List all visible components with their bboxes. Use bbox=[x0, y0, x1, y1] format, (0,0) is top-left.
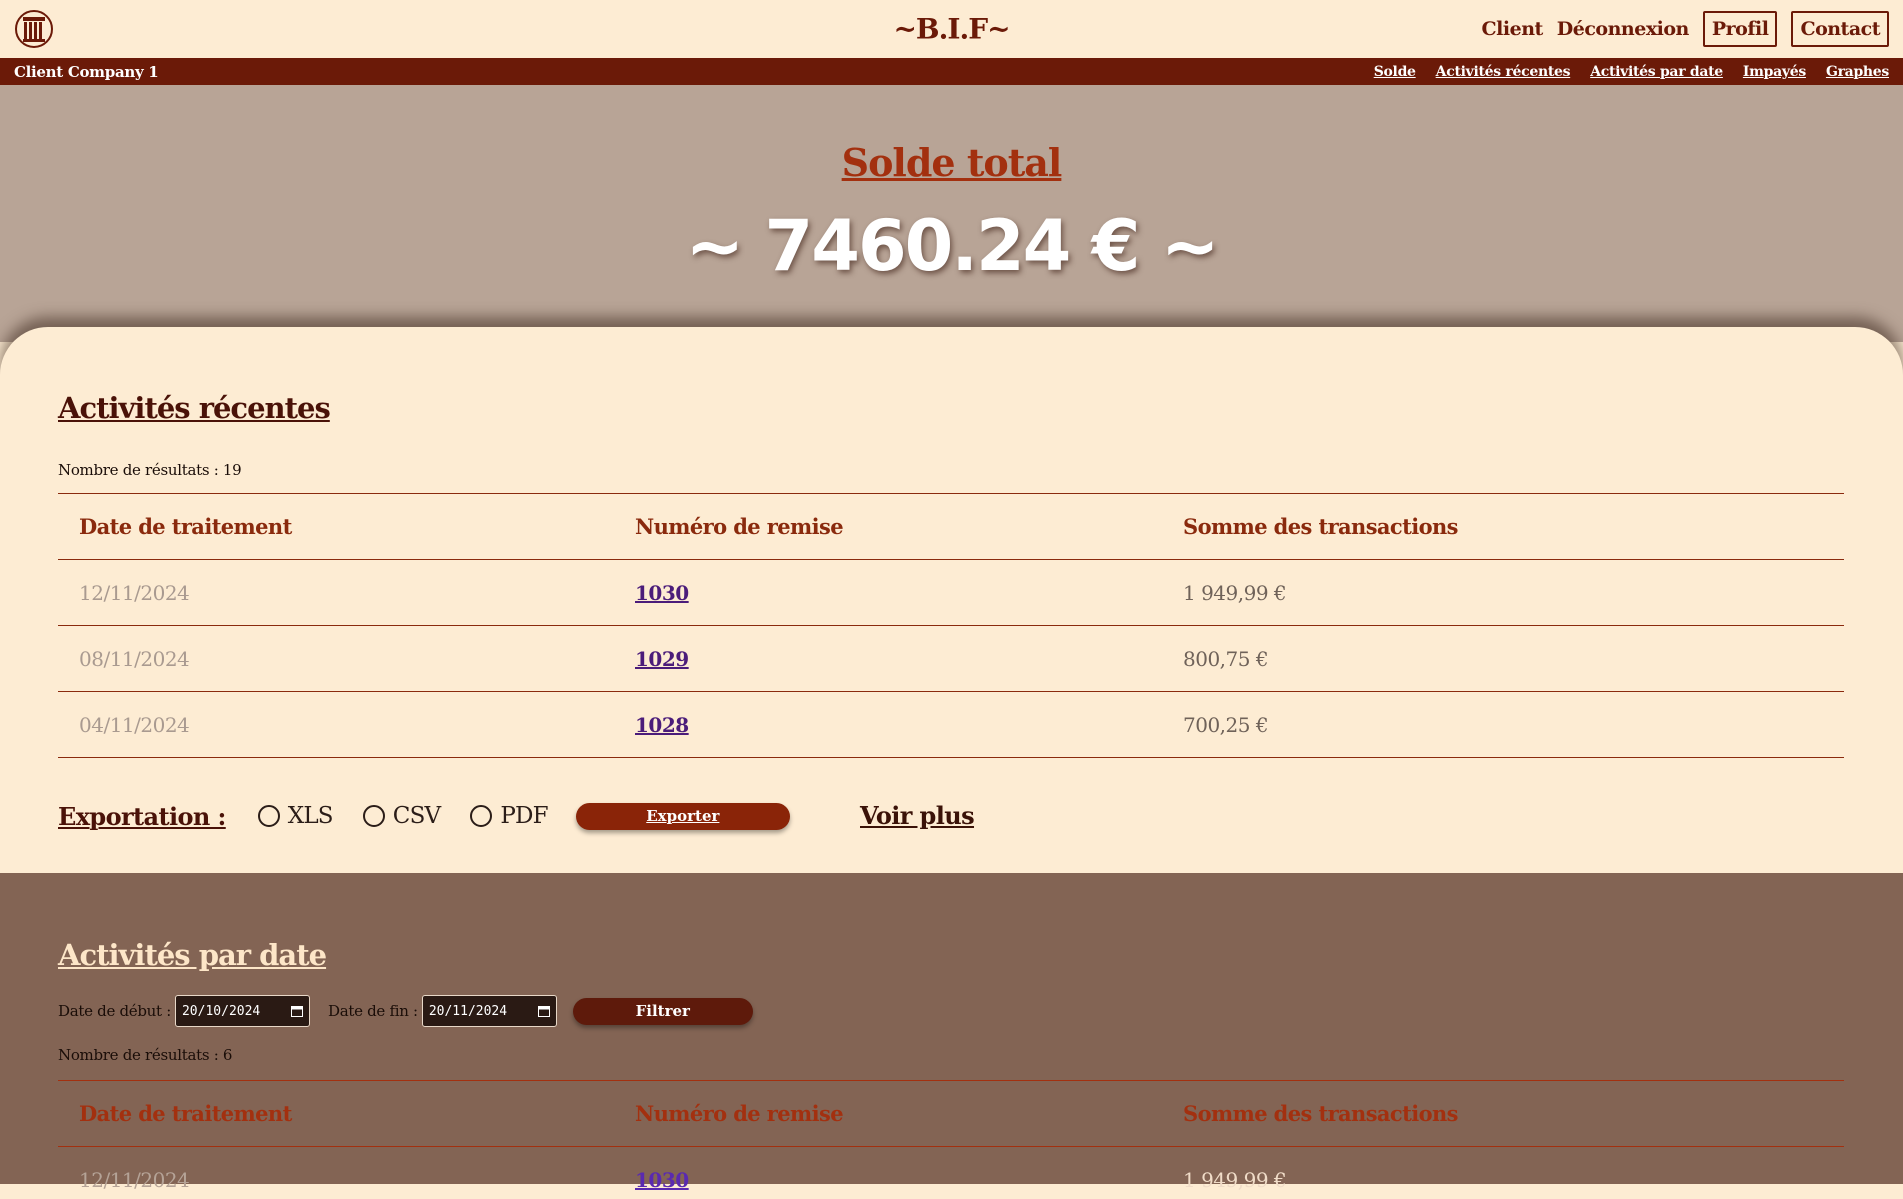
subnav-by-date-link[interactable]: Activités par date bbox=[1590, 64, 1723, 80]
row-date: 12/11/2024 bbox=[58, 559, 614, 626]
export-controls: Exportation : XLS CSV PDF Exporter bbox=[58, 796, 790, 836]
end-date-value: 20/11/2024 bbox=[428, 1003, 508, 1019]
client-name: Client Company 1 bbox=[14, 62, 159, 81]
table-header-row: Date de traitement Numéro de remise Somm… bbox=[58, 1080, 1844, 1147]
end-date-label: Date de fin : bbox=[327, 1002, 418, 1020]
row-date: 08/11/2024 bbox=[58, 625, 614, 692]
export-csv-radio[interactable]: CSV bbox=[362, 803, 441, 829]
column-header-sum: Somme des transactions bbox=[1162, 1080, 1844, 1147]
radio-circle-icon[interactable] bbox=[470, 805, 493, 827]
recent-activities-table: Date de traitement Numéro de remise Somm… bbox=[58, 493, 1844, 758]
filter-button[interactable]: Filtrer bbox=[572, 997, 753, 1025]
row-sum: 800,75 € bbox=[1162, 625, 1844, 692]
start-date-input[interactable]: 20/10/2024 bbox=[174, 995, 310, 1027]
recent-activities-title: Activités récentes bbox=[58, 391, 331, 425]
row-sum: 1 949,99 € bbox=[1162, 559, 1844, 626]
row-number-link[interactable]: 1029 bbox=[614, 625, 1162, 692]
export-label: Exportation : bbox=[58, 801, 226, 831]
date-filter: Date de début : 20/10/2024 Date de fin :… bbox=[58, 995, 753, 1027]
nav-logout-link[interactable]: Déconnexion bbox=[1557, 18, 1690, 40]
subnav-recent-link[interactable]: Activités récentes bbox=[1436, 64, 1571, 80]
table-row: 12/11/2024 1030 1 949,99 € bbox=[58, 559, 1844, 626]
recent-activities-section: Activités récentes Nombre de résultats :… bbox=[0, 327, 1903, 873]
start-date-label: Date de début : bbox=[58, 1002, 171, 1020]
column-header-date: Date de traitement bbox=[58, 493, 614, 560]
by-date-results-count: Nombre de résultats : 6 bbox=[58, 1046, 233, 1064]
activities-by-date-section: Activités par date Date de début : 20/10… bbox=[0, 873, 1903, 1199]
column-header-number: Numéro de remise bbox=[614, 1080, 1162, 1147]
table-row: 08/11/2024 1029 800,75 € bbox=[58, 625, 1844, 692]
section-nav: Solde Activités récentes Activités par d… bbox=[1374, 64, 1890, 80]
balance-amount: ~ 7460.24 € ~ bbox=[685, 205, 1220, 287]
subnav-solde-link[interactable]: Solde bbox=[1374, 64, 1416, 80]
row-number-link[interactable]: 1030 bbox=[614, 1146, 1162, 1199]
table-row: 04/11/2024 1028 700,25 € bbox=[58, 691, 1844, 758]
table-row: 12/11/2024 1030 1 949,99 € bbox=[58, 1146, 1844, 1199]
see-more-link[interactable]: Voir plus bbox=[860, 796, 975, 836]
export-pdf-radio[interactable]: PDF bbox=[470, 803, 549, 829]
balance-hero: Solde total ~ 7460.24 € ~ bbox=[0, 85, 1903, 342]
site-title: ~B.I.F~ bbox=[893, 12, 1010, 46]
top-nav: Client Déconnexion Profil Contact bbox=[1482, 11, 1889, 47]
table-header-row: Date de traitement Numéro de remise Somm… bbox=[58, 493, 1844, 560]
export-xls-radio[interactable]: XLS bbox=[257, 803, 334, 829]
by-date-table: Date de traitement Numéro de remise Somm… bbox=[58, 1080, 1844, 1199]
by-date-title: Activités par date bbox=[58, 938, 327, 972]
calendar-icon[interactable] bbox=[537, 1005, 550, 1017]
balance-title: Solde total bbox=[841, 140, 1063, 185]
subnav-unpaid-link[interactable]: Impayés bbox=[1743, 64, 1806, 80]
row-sum: 700,25 € bbox=[1162, 691, 1844, 758]
radio-circle-icon[interactable] bbox=[257, 805, 280, 827]
nav-client-link[interactable]: Client bbox=[1482, 18, 1544, 40]
nav-profile-button[interactable]: Profil bbox=[1702, 11, 1778, 47]
column-header-date: Date de traitement bbox=[58, 1080, 614, 1147]
radio-circle-icon[interactable] bbox=[362, 805, 385, 827]
column-header-number: Numéro de remise bbox=[614, 493, 1162, 560]
radio-label: CSV bbox=[392, 803, 441, 829]
row-number-link[interactable]: 1028 bbox=[614, 691, 1162, 758]
start-date-value: 20/10/2024 bbox=[181, 1003, 261, 1019]
radio-label: PDF bbox=[500, 803, 548, 829]
row-date: 04/11/2024 bbox=[58, 691, 614, 758]
nav-contact-button[interactable]: Contact bbox=[1791, 11, 1889, 47]
row-sum: 1 949,99 € bbox=[1162, 1146, 1844, 1199]
sub-bar: Client Company 1 Solde Activités récente… bbox=[0, 58, 1903, 85]
export-button[interactable]: Exporter bbox=[575, 802, 790, 830]
radio-label: XLS bbox=[287, 803, 334, 829]
recent-results-count: Nombre de résultats : 19 bbox=[58, 461, 242, 479]
calendar-icon[interactable] bbox=[290, 1005, 303, 1017]
row-number-link[interactable]: 1030 bbox=[614, 559, 1162, 626]
bank-columns-icon[interactable] bbox=[14, 9, 54, 49]
end-date-input[interactable]: 20/11/2024 bbox=[421, 995, 557, 1027]
column-header-sum: Somme des transactions bbox=[1162, 493, 1844, 560]
row-date: 12/11/2024 bbox=[58, 1146, 614, 1199]
subnav-charts-link[interactable]: Graphes bbox=[1826, 64, 1889, 80]
top-bar: ~B.I.F~ Client Déconnexion Profil Contac… bbox=[0, 0, 1903, 58]
